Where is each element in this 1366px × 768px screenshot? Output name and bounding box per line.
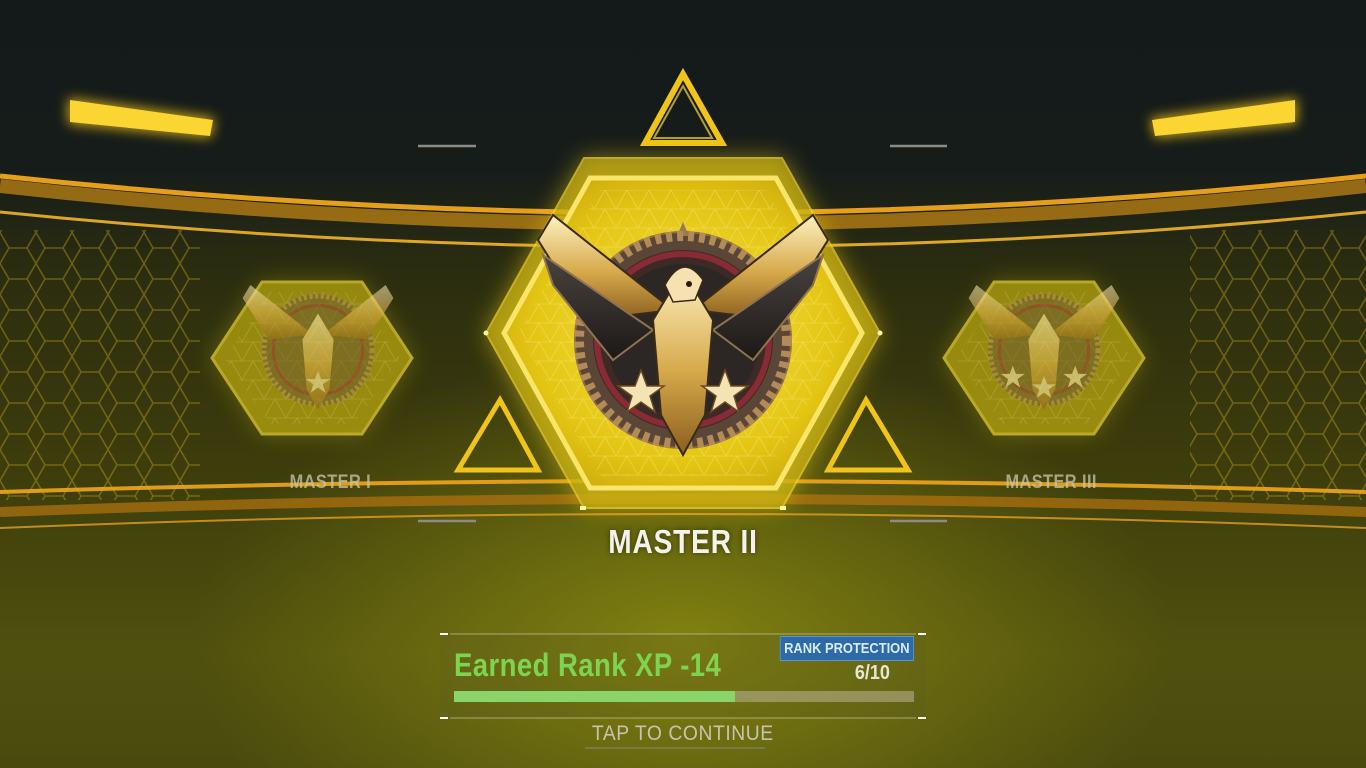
- rank-up-screen[interactable]: MASTER I MASTER III MASTER II Earned Ran…: [0, 0, 1366, 768]
- xp-panel: Earned Rank XP -14 RANK PROTECTION 6/10: [440, 633, 926, 717]
- tap-to-continue-text: TAP TO CONTINUE: [592, 722, 774, 745]
- master-i-emblem: [242, 285, 394, 410]
- rank-protection-count: 6/10: [854, 662, 890, 684]
- master-iii-emblem: [968, 285, 1120, 410]
- earned-rank-xp-text: Earned Rank XP -14: [454, 647, 722, 683]
- next-rank-label: MASTER III: [1005, 472, 1097, 493]
- xp-progress-fill: [454, 691, 735, 702]
- current-rank-label: MASTER II: [608, 523, 758, 560]
- rank-protection-badge: RANK PROTECTION: [779, 636, 914, 661]
- tap-to-continue-prompt[interactable]: TAP TO CONTINUE: [0, 722, 1366, 746]
- master-ii-emblem: [536, 213, 830, 458]
- previous-rank-label: MASTER I: [289, 472, 372, 493]
- xp-progress-bar: [454, 691, 914, 702]
